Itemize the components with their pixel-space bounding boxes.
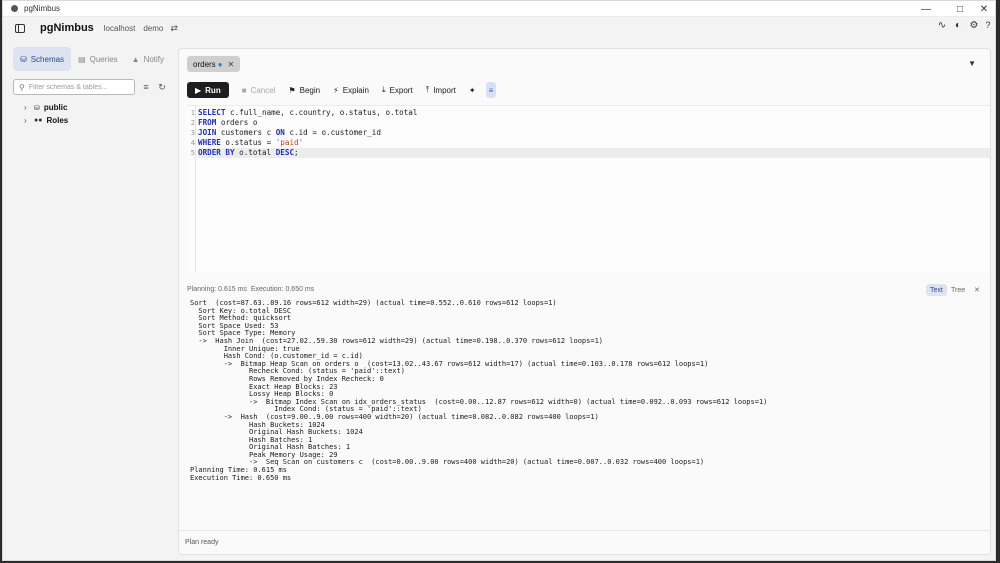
sidebar-tabs: ⛁ Schemas ▤ Queries ▲ Notify — [13, 46, 171, 72]
sql-keyword: DESC — [275, 148, 295, 157]
os-title-bar: pgNimbus — □ ✕ — [3, 1, 995, 17]
download-icon: ⤓ — [381, 85, 386, 94]
plan-line: Sort (cost=87.63..89.16 rows=612 width=2… — [190, 299, 557, 307]
view-text-button[interactable]: Text — [926, 284, 947, 296]
play-icon: ▶ — [195, 85, 202, 95]
sql-editor[interactable]: 1 2 3 4 5 SELECT c.full_name, c.country,… — [187, 105, 990, 272]
tab-schemas[interactable]: ⛁ Schemas — [13, 47, 72, 71]
brand-name: pgNimbus — [40, 22, 94, 34]
bell-icon: ▲ — [131, 54, 140, 64]
filter-options-icon[interactable]: ≡ — [141, 82, 151, 92]
connection-host[interactable]: localhost — [104, 24, 136, 33]
refresh-icon[interactable]: ↻ — [157, 82, 167, 93]
code-line-current: ORDER BY o.total DESC; — [198, 148, 990, 158]
plan-line: -> Seq Scan on customers c (cost=0.00..9… — [190, 458, 705, 467]
users-icon: ●● — [34, 117, 43, 124]
chevron-right-icon[interactable]: › — [24, 116, 34, 125]
filter-box: ⚲ — [13, 79, 135, 95]
unsaved-dot-icon: ● — [217, 59, 223, 69]
wrap-lines-icon: ≡ — [488, 85, 494, 95]
view-tree-button[interactable]: Tree — [951, 284, 965, 296]
schema-filter: ⚲ ≡ ↻ — [13, 79, 171, 95]
chevron-down-icon[interactable]: ▼ — [968, 59, 976, 68]
begin-button[interactable]: ⚑ Begin — [288, 82, 320, 98]
tab-queries[interactable]: ▤ Queries — [71, 47, 125, 71]
planning-time: Planning: 0.615 ms — [187, 286, 247, 293]
plan-line: -> Hash Join (cost=27.02..59.30 rows=612… — [190, 336, 604, 345]
line-number: 3 — [190, 129, 195, 137]
help-icon[interactable]: ? — [981, 20, 995, 30]
query-panel: orders ● ✕ ▼ ▶ Run ■ Cancel ⚑ Begin ⚡ Ex… — [178, 48, 991, 555]
tab-orders[interactable]: orders ● ✕ — [187, 56, 241, 72]
explain-plan-output: Sort (cost=87.63..89.16 rows=612 width=2… — [190, 299, 985, 482]
queries-icon: ▤ — [78, 54, 86, 64]
format-button[interactable]: ✦ — [469, 82, 480, 98]
sql-keyword: SELECT — [198, 108, 226, 117]
database-icon: ⛁ — [20, 54, 27, 64]
flag-icon: ⚑ — [288, 85, 296, 95]
wrap-toggle-button[interactable]: ≡ — [485, 82, 497, 98]
theme-toggle-icon[interactable]: ◐ — [951, 20, 965, 31]
code-line: FROM orders o — [198, 118, 258, 127]
line-number: 5 — [190, 149, 195, 157]
line-number: 4 — [190, 139, 195, 147]
code-line: JOIN customers c ON c.id = o.customer_id — [198, 128, 381, 137]
line-number: 2 — [190, 119, 195, 127]
app-window: pgNimbus — □ ✕ pgNimbus localhost demo ⇄… — [2, 0, 996, 561]
tree-item-public[interactable]: › ⛁ public — [13, 101, 171, 114]
explain-button[interactable]: ⚡ Explain — [333, 82, 369, 98]
sql-keyword: FROM — [198, 118, 217, 127]
sql-keyword: WHERE — [198, 138, 221, 147]
sidebar: ⛁ Schemas ▤ Queries ▲ Notify ⚲ ≡ ↻ › ⛁ — [13, 46, 171, 556]
query-toolbar: ▶ Run ■ Cancel ⚑ Begin ⚡ Explain ⤓ Expor… — [187, 82, 502, 98]
close-result-icon[interactable]: ✕ — [974, 284, 980, 296]
sql-keyword: ON — [275, 128, 285, 137]
app-header: pgNimbus localhost demo ⇄ ∿ ◐ ⚙ ? — [3, 17, 995, 39]
run-button[interactable]: ▶ Run — [187, 82, 229, 98]
search-icon: ⚲ — [19, 82, 25, 92]
activity-icon[interactable]: ∿ — [935, 20, 949, 31]
plan-line: Sort Key: o.total DESC — [190, 306, 292, 315]
plan-line: Sort Space Used: 53 — [190, 321, 279, 330]
window-title: pgNimbus — [24, 4, 61, 13]
schema-tree: › ⛁ public › ●● Roles — [13, 101, 171, 127]
sidebar-toggle-icon[interactable] — [15, 23, 25, 33]
cancel-button[interactable]: ■ Cancel — [242, 82, 276, 98]
close-window-icon[interactable]: ✕ — [969, 1, 995, 17]
execution-time: Execution: 0.650 ms — [250, 286, 315, 293]
gear-icon[interactable]: ⚙ — [967, 20, 981, 31]
sql-keyword: JOIN — [198, 128, 217, 137]
magic-wand-icon: ✦ — [468, 85, 476, 95]
database-icon: ⛁ — [34, 104, 40, 112]
result-header: Planning: 0.615 ms Execution: 0.650 ms T… — [179, 282, 990, 298]
tab-notify[interactable]: ▲ Notify — [125, 47, 171, 71]
query-tab-bar: orders ● ✕ ▼ — [186, 56, 986, 73]
sql-string: 'paid' — [275, 138, 304, 147]
timing-stats: Planning: 0.615 ms Execution: 0.650 ms — [187, 286, 314, 293]
database-name[interactable]: demo — [143, 24, 163, 33]
export-button[interactable]: ⤓ Export — [382, 82, 413, 98]
plan-line: Sort Method: quicksort — [190, 314, 292, 323]
code-line: SELECT c.full_name, c.country, o.status,… — [198, 108, 418, 117]
sql-keyword: ORDER BY — [198, 148, 235, 157]
line-gutter: 1 2 3 4 5 — [187, 106, 196, 272]
lightning-icon: ⚡ — [333, 85, 339, 95]
close-tab-icon[interactable]: ✕ — [228, 60, 235, 69]
switch-connection-icon[interactable]: ⇄ — [170, 23, 178, 34]
chevron-right-icon[interactable]: › — [24, 103, 34, 112]
status-text: Plan ready — [185, 539, 219, 546]
code-line: WHERE o.status = 'paid' — [198, 138, 304, 147]
stop-icon: ■ — [241, 85, 247, 95]
tree-item-roles[interactable]: › ●● Roles — [13, 114, 171, 127]
line-number: 1 — [190, 109, 195, 117]
filter-input[interactable] — [28, 83, 129, 91]
plan-line: Planning Time: 0.615 ms — [190, 466, 287, 475]
minimize-icon[interactable]: — — [911, 1, 941, 17]
plan-line: Execution Time: 0.650 ms — [190, 473, 292, 482]
status-bar: Plan ready — [179, 530, 990, 554]
upload-icon: ⤒ — [425, 85, 430, 94]
import-button[interactable]: ⤒ Import — [426, 82, 456, 98]
app-icon — [11, 5, 18, 12]
